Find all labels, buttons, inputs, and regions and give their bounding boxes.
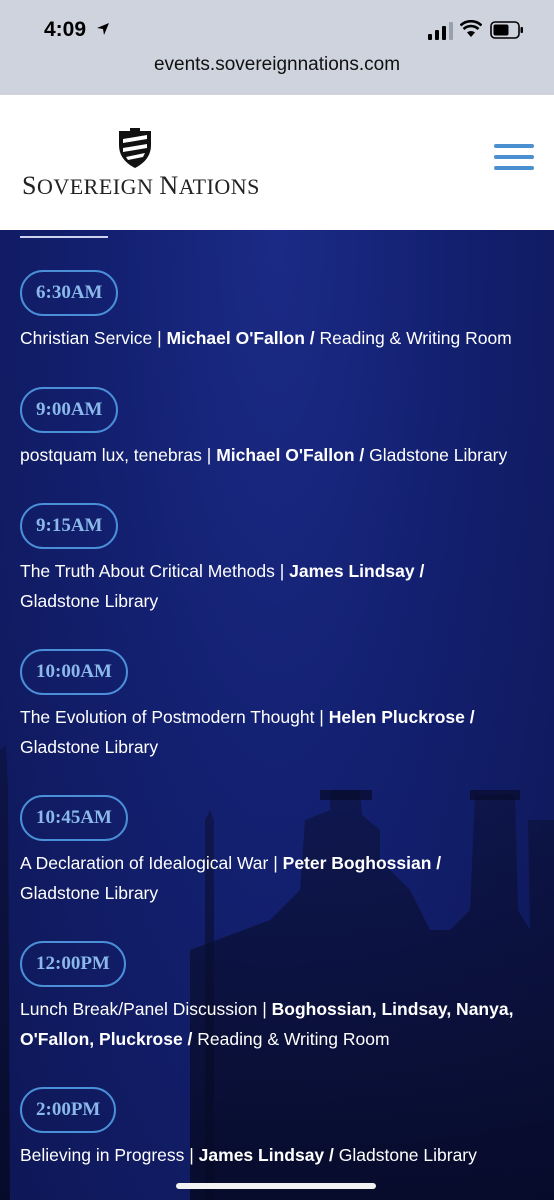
- schedule-section: 6:30AM Christian Service | Michael O'Fal…: [0, 230, 554, 1200]
- menu-line-icon: [494, 144, 534, 148]
- address-bar-url[interactable]: events.sovereignnations.com: [0, 54, 554, 76]
- event-title: Christian Service |: [20, 328, 167, 348]
- event-location: Reading & Writing Room: [314, 328, 512, 348]
- schedule-item: 6:30AM Christian Service | Michael O'Fal…: [20, 270, 540, 354]
- event-title: Believing in Progress |: [20, 1145, 199, 1165]
- schedule-item: 10:00AM The Evolution of Postmodern Thou…: [20, 649, 540, 762]
- event-description: Believing in Progress | James Lindsay / …: [20, 1141, 540, 1171]
- event-speaker: Helen Pluckrose /: [328, 707, 475, 727]
- event-description: The Truth About Critical Methods | James…: [20, 557, 540, 616]
- hamburger-menu-button[interactable]: [494, 144, 534, 172]
- shield-logo-icon[interactable]: [116, 127, 154, 169]
- home-indicator[interactable]: [176, 1183, 376, 1189]
- brand-wordmark[interactable]: SOVEREIGN NATIONS: [22, 171, 260, 201]
- event-title: Lunch Break/Panel Discussion |: [20, 999, 272, 1019]
- event-speaker: Michael O'Fallon /: [166, 328, 315, 348]
- cellular-signal-icon: [428, 22, 453, 40]
- event-title: A Declaration of Idealogical War |: [20, 853, 283, 873]
- event-location: Gladstone Library: [20, 736, 159, 757]
- time-badge: 2:00PM: [20, 1087, 117, 1133]
- event-speaker: James Lindsay /: [289, 561, 425, 581]
- clock: 4:09: [44, 18, 87, 41]
- event-speaker: Peter Boghossian /: [282, 853, 442, 873]
- event-location: Reading & Writing Room: [192, 1028, 390, 1049]
- wifi-icon: [460, 20, 482, 37]
- time-badge: 10:45AM: [20, 795, 128, 841]
- time-badge: 12:00PM: [20, 941, 126, 987]
- schedule-item: 12:00PM Lunch Break/Panel Discussion | B…: [20, 941, 540, 1054]
- menu-line-icon: [494, 166, 534, 170]
- battery-icon: [490, 21, 523, 39]
- schedule-item: 9:15AM The Truth About Critical Methods …: [20, 503, 540, 616]
- event-title: The Truth About Critical Methods |: [20, 561, 290, 581]
- time-badge: 9:15AM: [20, 503, 119, 549]
- event-speaker: Michael O'Fallon /: [216, 445, 365, 465]
- event-description: A Declaration of Idealogical War | Peter…: [20, 849, 540, 908]
- event-description: The Evolution of Postmodern Thought | He…: [20, 703, 540, 762]
- event-title: The Evolution of Postmodern Thought |: [20, 707, 329, 727]
- menu-line-icon: [494, 155, 534, 159]
- event-location: Gladstone Library: [20, 590, 159, 611]
- schedule-item: 2:00PM Believing in Progress | James Lin…: [20, 1087, 540, 1171]
- event-description: Lunch Break/Panel Discussion | Boghossia…: [20, 995, 540, 1054]
- event-description: Christian Service | Michael O'Fallon / R…: [20, 324, 540, 354]
- section-divider: [20, 236, 108, 238]
- time-badge: 6:30AM: [20, 270, 119, 316]
- event-location: Gladstone Library: [333, 1145, 477, 1165]
- event-location: Gladstone Library: [364, 445, 508, 465]
- time-badge: 9:00AM: [20, 387, 119, 433]
- event-title: postquam lux, tenebras |: [20, 445, 217, 465]
- schedule-item: 10:45AM A Declaration of Idealogical War…: [20, 795, 540, 908]
- location-arrow-icon: [97, 23, 109, 35]
- event-description: postquam lux, tenebras | Michael O'Fallo…: [20, 441, 540, 471]
- schedule-item: 9:00AM postquam lux, tenebras | Michael …: [20, 387, 540, 471]
- time-badge: 10:00AM: [20, 649, 128, 695]
- status-bar: 4:09 events.sovereignnations.com: [0, 0, 554, 95]
- site-header: [0, 95, 554, 230]
- event-location: Gladstone Library: [20, 882, 159, 903]
- event-speaker: James Lindsay /: [198, 1145, 334, 1165]
